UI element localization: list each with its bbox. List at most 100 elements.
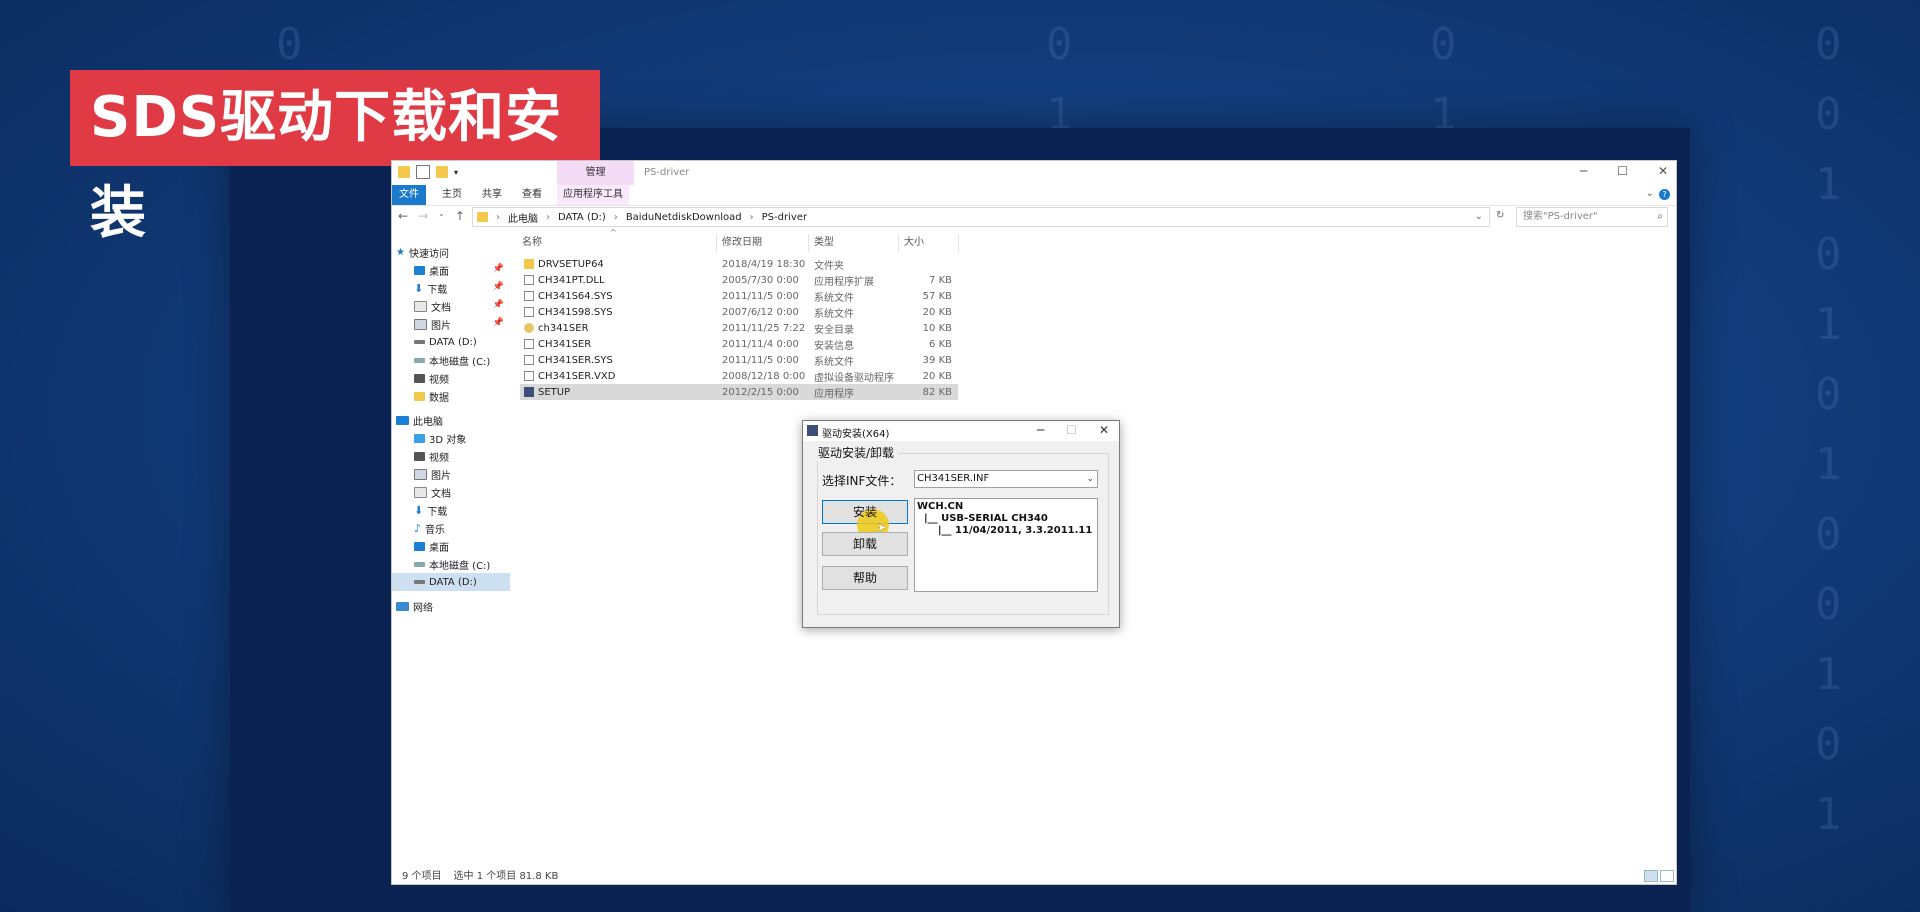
nav-pc-videos[interactable]: 视频 [392, 447, 510, 465]
tab-file[interactable]: 文件 [392, 185, 426, 205]
nav-pc-data-drive[interactable]: DATA (D:) [392, 573, 510, 591]
tab-view[interactable]: 查看 [516, 185, 548, 205]
tab-home[interactable]: 主页 [436, 185, 468, 205]
nav-label: DATA (D:) [429, 576, 477, 588]
nav-videos[interactable]: 视频 [392, 369, 510, 387]
column-header-date[interactable]: 修改日期 [722, 234, 762, 252]
column-divider[interactable] [716, 234, 717, 252]
nav-this-pc[interactable]: 此电脑 [392, 411, 510, 429]
chevron-down-icon[interactable]: ⌄ [1475, 211, 1483, 222]
file-name: DRVSETUP64 [538, 258, 604, 270]
properties-icon[interactable] [416, 165, 430, 179]
nav-local-disk-c[interactable]: 本地磁盘 (C:) [392, 351, 510, 369]
nav-pc-downloads[interactable]: ⬇ 下载 [392, 501, 510, 519]
large-icons-view-icon[interactable] [1660, 870, 1674, 882]
tab-app-tools[interactable]: 应用程序工具 [557, 185, 629, 205]
music-icon: ♪ [414, 521, 422, 535]
maximize-icon[interactable]: ☐ [1617, 164, 1628, 178]
install-groupbox: 驱动安装/卸载 选择INF文件： CH341SER.INF ⌄ 安装 ➤ 卸载 … [814, 444, 1109, 615]
file-size: 39 KB [922, 354, 952, 366]
nav-pc-documents[interactable]: 文档 [392, 483, 510, 501]
expand-ribbon-icon[interactable]: ⌄ [1646, 188, 1654, 199]
nav-data-drive[interactable]: DATA (D:) [392, 333, 510, 351]
setup-app-icon [524, 387, 534, 397]
pin-icon[interactable]: 📌 [493, 300, 504, 310]
nav-downloads[interactable]: ⬇ 下载 📌 [392, 279, 510, 297]
inf-file-select[interactable]: CH341SER.INF ⌄ [914, 470, 1098, 488]
recent-dropdown-icon[interactable]: ⌄ [438, 209, 445, 223]
up-icon[interactable]: ↑ [455, 209, 465, 223]
close-icon[interactable]: ✕ [1099, 423, 1109, 437]
file-row[interactable]: DRVSETUP64 2018/4/19 18:30 文件夹 [520, 256, 958, 272]
new-folder-icon[interactable] [436, 166, 448, 178]
column-divider[interactable] [898, 234, 899, 252]
close-icon[interactable]: ✕ [1658, 164, 1668, 178]
breadcrumb-this-pc[interactable]: 此电脑 [508, 210, 538, 225]
nav-network[interactable]: 网络 [392, 597, 510, 615]
nav-pc-music[interactable]: ♪ 音乐 [392, 519, 510, 537]
help-button[interactable]: 帮助 [822, 566, 908, 590]
column-header-type[interactable]: 类型 [814, 234, 834, 252]
nav-label: 桌面 [429, 266, 449, 278]
file-date: 2011/11/5 0:00 [722, 290, 799, 302]
qat-dropdown-icon[interactable]: ▾ [454, 168, 458, 177]
file-row[interactable]: CH341PT.DLL 2005/7/30 0:00 应用程序扩展 7 KB [520, 272, 958, 288]
file-name: CH341SER.VXD [538, 370, 616, 382]
column-header-size[interactable]: 大小 [904, 234, 924, 252]
nav-data-folder[interactable]: 数据 [392, 387, 510, 405]
setup-info-icon [524, 339, 534, 349]
nav-desktop[interactable]: 桌面 📌 [392, 261, 510, 279]
breadcrumb-ps-driver[interactable]: PS-driver [762, 212, 807, 223]
file-date: 2008/12/18 0:00 [722, 370, 806, 382]
chevron-down-icon[interactable]: ⌄ [1086, 471, 1094, 487]
details-view-icon[interactable] [1644, 870, 1658, 882]
file-type: 系统文件 [814, 308, 854, 320]
column-divider[interactable] [808, 234, 809, 252]
tab-manage[interactable]: 管理 [557, 161, 634, 185]
file-row[interactable]: CH341SER 2011/11/4 0:00 安装信息 6 KB [520, 336, 958, 352]
uninstall-button[interactable]: 卸载 [822, 532, 908, 556]
nav-pc-pictures[interactable]: 图片 [392, 465, 510, 483]
file-row[interactable]: CH341S64.SYS 2011/11/5 0:00 系统文件 57 KB [520, 288, 958, 304]
nav-documents[interactable]: 文档 📌 [392, 297, 510, 315]
column-divider[interactable] [958, 234, 959, 252]
file-row[interactable]: CH341SER.SYS 2011/11/5 0:00 系统文件 39 KB [520, 352, 958, 368]
star-icon: ★ [396, 246, 405, 258]
forward-icon[interactable]: → [418, 209, 428, 223]
pin-icon[interactable]: 📌 [493, 318, 504, 328]
pin-icon[interactable]: 📌 [493, 264, 504, 274]
tab-share[interactable]: 共享 [476, 185, 508, 205]
nav-pictures[interactable]: 图片 📌 [392, 315, 510, 333]
minimize-icon[interactable]: ─ [1037, 423, 1044, 437]
dialog-titlebar: 驱动安装(X64) ─ ☐ ✕ [803, 421, 1119, 441]
column-header-name[interactable]: 名称 [522, 234, 542, 252]
pin-icon[interactable]: 📌 [493, 282, 504, 292]
breadcrumb-data-drive[interactable]: DATA (D:) [558, 212, 606, 223]
file-row[interactable]: ch341SER 2011/11/25 7:22 安全目录 10 KB [520, 320, 958, 336]
nav-3d-objects[interactable]: 3D 对象 [392, 429, 510, 447]
file-row[interactable]: CH341S98.SYS 2007/6/12 0:00 系统文件 20 KB [520, 304, 958, 320]
nav-label: 文档 [431, 488, 451, 500]
nav-quick-access[interactable]: ★ 快速访问 [396, 243, 514, 261]
install-button[interactable]: 安装 ➤ [822, 500, 908, 541]
file-type: 应用程序 [814, 388, 854, 400]
back-icon[interactable]: ← [398, 209, 408, 223]
help-icon[interactable]: ? [1659, 189, 1670, 200]
background-binary: 0 0 1 0 1 0 1 0 0 1 0 1 [1815, 19, 1842, 840]
minimize-icon[interactable]: ─ [1580, 164, 1587, 178]
file-type: 文件夹 [814, 260, 844, 272]
address-bar: ← → ⌄ ↑ › 此电脑 › DATA (D:) › BaiduNetdisk… [392, 207, 1676, 229]
file-row-selected[interactable]: SETUP 2012/2/15 0:00 应用程序 82 KB [520, 384, 958, 400]
nav-pc-desktop[interactable]: 桌面 [392, 537, 510, 555]
breadcrumb-baidu[interactable]: BaiduNetdiskDownload [626, 212, 742, 223]
folder-icon[interactable] [398, 166, 410, 178]
search-input[interactable]: 搜索"PS-driver" ⌕ [1516, 207, 1668, 227]
nav-label: 音乐 [425, 524, 446, 536]
refresh-icon[interactable]: ↻ [1496, 210, 1504, 221]
nav-label: 视频 [429, 374, 449, 386]
driver-install-dialog: 驱动安装(X64) ─ ☐ ✕ 驱动安装/卸载 选择INF文件： CH341SE… [802, 420, 1120, 628]
ribbon-tabs: 文件 主页 共享 查看 应用程序工具 ⌄ ? [392, 185, 1676, 206]
file-row[interactable]: CH341SER.VXD 2008/12/18 0:00 虚拟设备驱动程序 20… [520, 368, 958, 384]
breadcrumb[interactable]: › 此电脑 › DATA (D:) › BaiduNetdiskDownload… [472, 207, 1490, 227]
nav-pc-local-disk-c[interactable]: 本地磁盘 (C:) [392, 555, 510, 573]
